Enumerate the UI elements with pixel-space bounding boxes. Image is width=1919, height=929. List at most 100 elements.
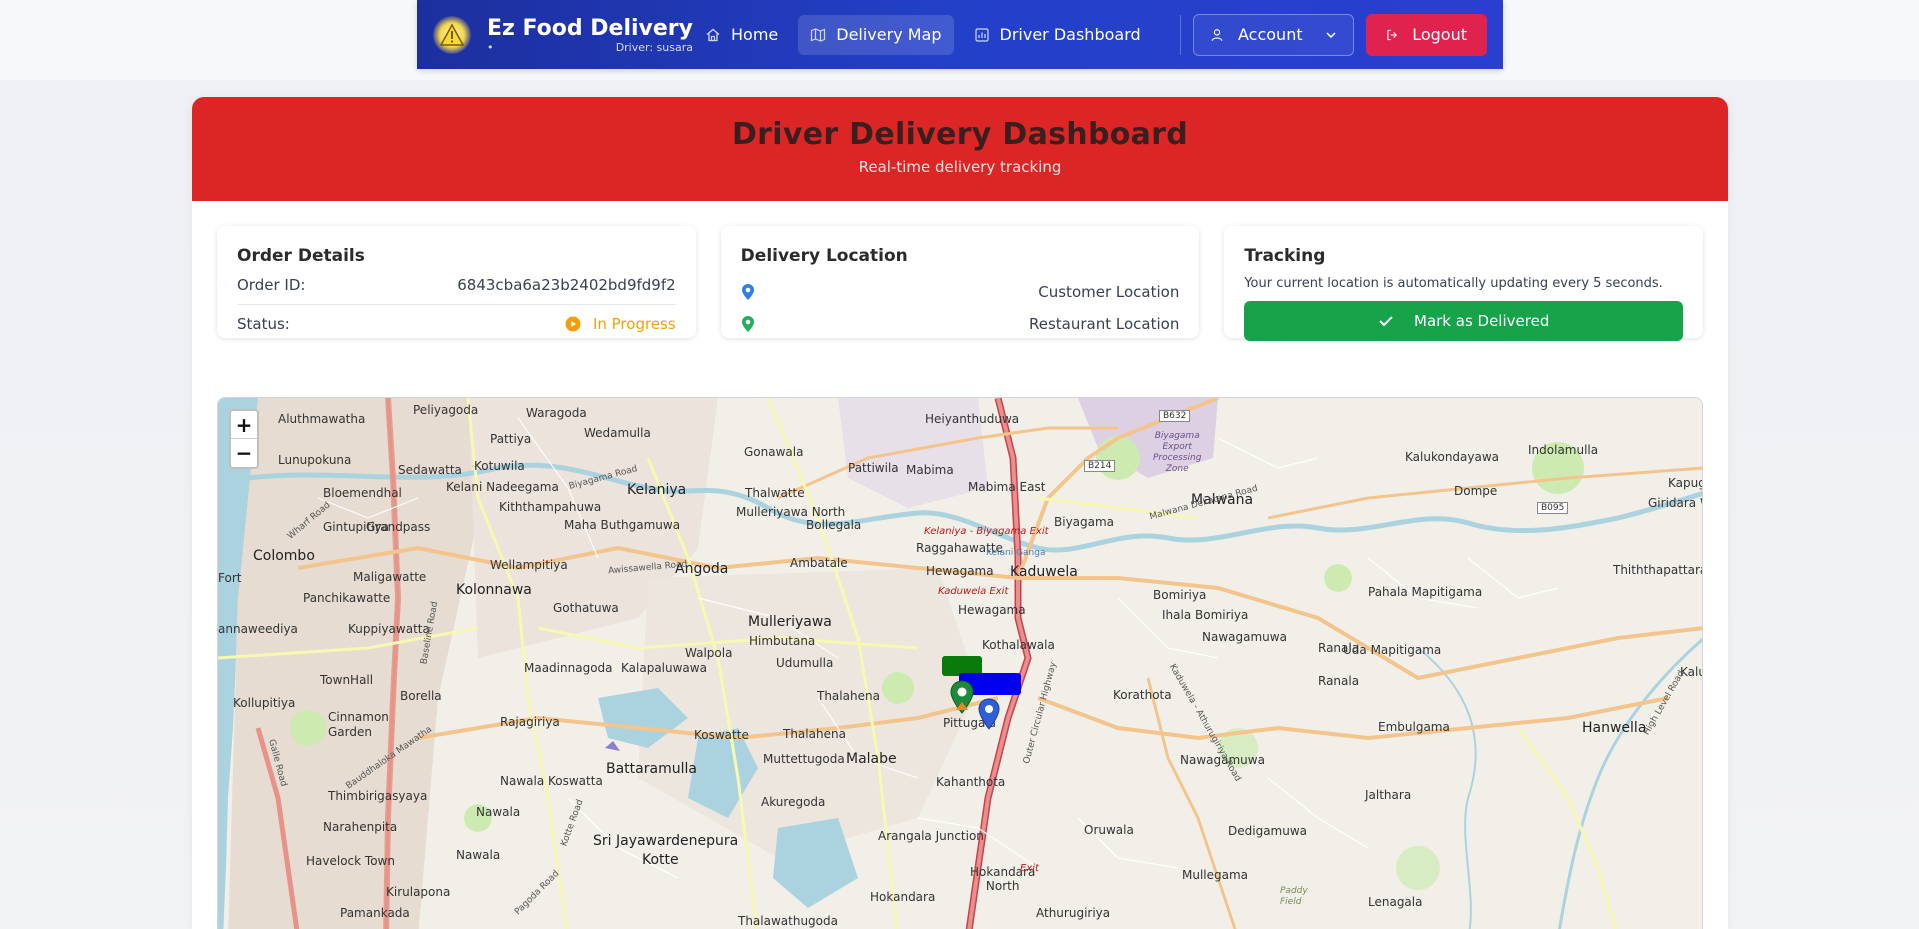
map-label: Maligawatte [353,570,427,584]
map-label: Koswatte [694,728,749,742]
map-label: Wedamulla [584,426,651,440]
map-label: Mabima [906,463,954,477]
map-label: Paddy Field [1280,886,1308,907]
account-label: Account [1238,25,1303,44]
brand[interactable]: Ez Food Delivery • Driver: susara [433,15,693,54]
logout-button[interactable]: Logout [1366,13,1487,56]
map-label: Battaramulla [606,761,697,777]
map-label: Pattiya [490,432,532,446]
map-label: Rajagiriya [500,715,560,729]
map-label: Thalwatte [745,486,805,500]
map-label: Kolonnawa [456,582,532,598]
map-label: Biyagama Export Processing Zone [1153,431,1202,474]
status-label: Status: [237,315,290,333]
map-label: Lenagala [1368,895,1423,909]
map-label: Korathota [1113,688,1172,702]
logout-label: Logout [1412,25,1467,44]
nav-delivery-map[interactable]: Delivery Map [798,14,954,55]
warning-logo-icon [433,15,471,54]
road-shield: B632 [1159,410,1191,422]
play-circle-icon [565,316,581,332]
map-exit-label: Exit [1020,863,1039,874]
restaurant-location-label: Restaurant Location [1029,315,1180,333]
map-label: Nawala Koswatta [500,774,603,788]
account-dropdown[interactable]: Account [1193,13,1354,56]
map-label: Dompe [1454,484,1498,498]
map-label: Sri Jayawardenepura [593,833,739,849]
map-label: Kiththampahuwa [499,500,602,514]
map-label: Lunupokuna [278,453,352,467]
map-label: Kollupitiya [233,696,296,710]
map-label: Thalahena [783,727,846,741]
zoom-out-button[interactable]: − [231,439,257,467]
road-shield: B214 [1084,460,1116,472]
nav-delivery-map-label: Delivery Map [836,25,942,44]
map-label: Mullegama [1182,868,1249,882]
zoom-in-button[interactable]: + [231,411,257,439]
map-icon [811,27,826,42]
status-badge: In Progress [565,315,676,333]
map-label: Walpola [685,646,733,660]
map-label: Kotte [642,852,679,868]
home-icon [706,28,720,41]
order-details-title: Order Details [237,246,365,266]
map-label: Kaduwela [1010,564,1078,580]
map-label: Panchikawatte [303,591,391,605]
restaurant-marker[interactable] [950,680,974,714]
map-label: Muttettugoda [763,752,845,766]
map-label: Wellampitiya [490,558,568,572]
brand-title: Ez Food Delivery [487,15,693,41]
status-value: In Progress [592,315,676,333]
customer-pin-icon [741,284,754,300]
chevron-down-icon [1326,31,1336,38]
nav-home-label: Home [731,25,779,44]
restaurant-pin-icon [741,316,754,332]
map-label: Kotuwila [474,459,525,473]
top-navbar: Ez Food Delivery • Driver: susara Home D… [417,0,1503,69]
page-title: Driver Delivery Dashboard [731,117,1189,152]
map-label: Ambatale [790,556,848,570]
user-icon [1211,28,1223,41]
map-label: Maha Buthgamuwa [564,518,681,532]
delivery-map[interactable]: + − Aluthmawatha Peliyagoda Waragoda Pat… [217,397,1703,929]
map-label: annaweediya [218,622,298,636]
map-label: Pamankada [340,906,410,920]
map-label: Thalahena [817,689,880,703]
delivery-location-title: Delivery Location [740,246,908,266]
map-label: Bollegala [806,518,862,532]
nav-home[interactable]: Home [693,15,790,55]
mark-delivered-button[interactable]: Mark as Delivered [1244,301,1684,341]
nav-driver-dashboard[interactable]: Driver Dashboard [962,15,1153,55]
map-label: Sedawatta [398,463,462,477]
map-label: Nawala [476,805,521,819]
map-label: Kuppiyawatta [348,622,430,636]
map-label: Kahanthota [936,775,1006,789]
dashboard-icon [974,27,989,42]
map-exit-label: Kelaniya - Biyagama Exit [924,526,1049,537]
map-label: Aluthmawatha [278,412,366,426]
map-label: Giridara W [1648,496,1702,510]
map-label: Udumulla [776,656,834,670]
map-label: Hewagama [926,564,994,578]
order-id-value: 6843cba6a23b2402bd9fd9f2 [457,276,676,294]
nav-driver-dashboard-label: Driver Dashboard [999,25,1141,44]
customer-marker[interactable] [978,698,1000,730]
map-label: Oruwala [1084,823,1134,837]
map-label: Indolamulla [1528,443,1599,457]
map-label: Akuregoda [761,795,826,809]
map-label: Hanwella [1582,720,1647,736]
map-label: Gonawala [744,445,804,459]
map-label: Kalapaluwawa [621,661,707,675]
map-label: Borella [400,689,442,703]
map-label: Athurugiriya [1036,906,1111,920]
driver-label: Driver: susara [615,40,693,54]
map-road-label: Kelani Ganga [986,548,1046,558]
map-label: Narahenpita [323,820,398,834]
map-label: Bloemendhal [323,486,402,500]
delivery-location-card: Delivery Location Customer Location Rest… [720,226,1200,338]
map-label: Biyagama [1054,515,1115,529]
map-label: Mulleriyawa North [736,505,846,519]
map-label: Himbutana [749,634,816,648]
map-label: Jalthara [1365,788,1412,802]
map-label: Kelaniya [627,482,687,498]
